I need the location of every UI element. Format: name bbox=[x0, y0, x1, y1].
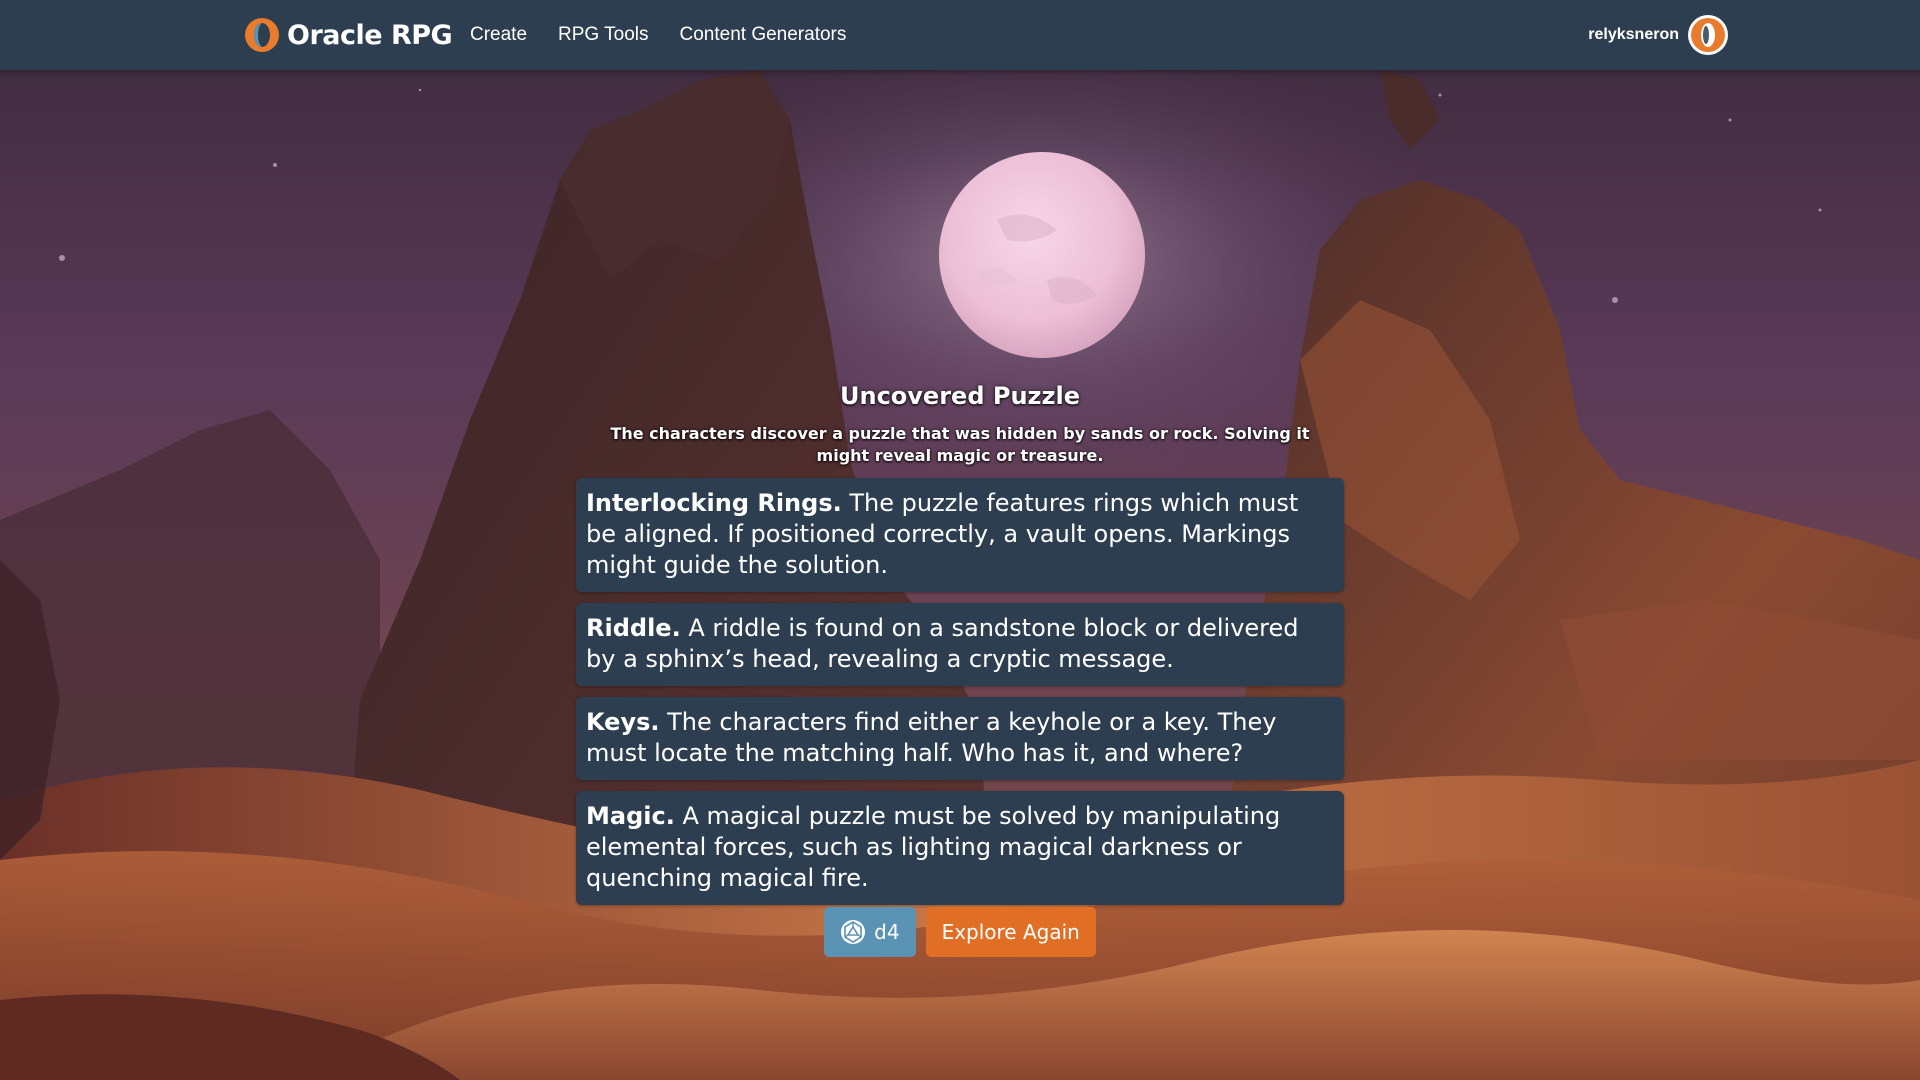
action-buttons: d4 Explore Again bbox=[576, 907, 1344, 957]
explore-again-button[interactable]: Explore Again bbox=[925, 907, 1096, 957]
ring-logo-icon bbox=[245, 18, 279, 52]
option-card-riddle[interactable]: Riddle. A riddle is found on a sandstone… bbox=[576, 603, 1344, 686]
result-title: Uncovered Puzzle bbox=[840, 382, 1080, 410]
nav-item-content-generators[interactable]: Content Generators bbox=[680, 24, 847, 46]
option-card-interlocking-rings[interactable]: Interlocking Rings. The puzzle features … bbox=[576, 478, 1344, 592]
user-avatar[interactable] bbox=[1688, 15, 1728, 55]
user-menu[interactable]: relyksneron bbox=[1588, 0, 1728, 70]
dice-label: d4 bbox=[874, 920, 900, 944]
option-card-keys[interactable]: Keys. The characters find either a keyho… bbox=[576, 697, 1344, 780]
option-name: Keys. bbox=[586, 708, 660, 736]
option-name: Interlocking Rings. bbox=[586, 489, 842, 517]
option-text: A riddle is found on a sandstone block o… bbox=[586, 614, 1299, 673]
result-description: The characters discover a puzzle that wa… bbox=[610, 424, 1310, 465]
moon-icon bbox=[939, 152, 1145, 358]
brand-name: Oracle RPG bbox=[287, 19, 453, 51]
nav-links: Create RPG Tools Content Generators bbox=[470, 0, 877, 70]
nav-item-create[interactable]: Create bbox=[470, 24, 527, 46]
username[interactable]: relyksneron bbox=[1588, 26, 1679, 44]
option-text: A magical puzzle must be solved by manip… bbox=[586, 802, 1281, 892]
brand-home-link[interactable]: Oracle RPG bbox=[244, 14, 453, 56]
d20-dice-icon bbox=[841, 920, 866, 944]
option-text: The characters find either a keyhole or … bbox=[586, 708, 1277, 767]
option-name: Magic. bbox=[586, 802, 675, 830]
roll-d4-button[interactable]: d4 bbox=[824, 907, 916, 957]
option-list: Interlocking Rings. The puzzle features … bbox=[576, 478, 1344, 916]
top-navbar: Oracle RPG Create RPG Tools Content Gene… bbox=[0, 0, 1920, 70]
option-name: Riddle. bbox=[586, 614, 681, 642]
option-card-magic[interactable]: Magic. A magical puzzle must be solved b… bbox=[576, 791, 1344, 905]
ring-avatar-icon bbox=[1691, 18, 1725, 52]
nav-item-rpg-tools[interactable]: RPG Tools bbox=[558, 24, 648, 46]
